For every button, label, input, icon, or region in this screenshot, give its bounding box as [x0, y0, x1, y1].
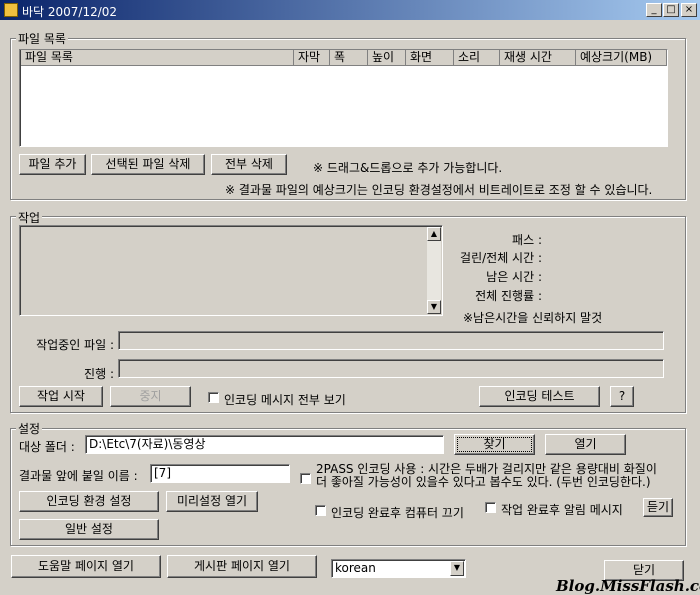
- show-all-messages-label: 인코딩 메시지 전부 보기: [224, 393, 346, 407]
- twopass-label: 2PASS 인코딩 사용 : 시간은 두배가 걸리지만 같은 용량대비 화질이 …: [316, 463, 657, 489]
- file-list-table[interactable]: 파일 목록 자막 폭 높이 화면 소리 재생 시간 예상크기(MB): [19, 49, 668, 147]
- total-progress-label: 전체 진행률 :: [475, 289, 542, 303]
- pass-label: 패스 :: [512, 233, 542, 247]
- column-header-expected-size[interactable]: 예상크기(MB): [576, 50, 667, 66]
- listen-button[interactable]: 듣기: [643, 498, 673, 517]
- current-file-label: 작업중인 파일 :: [36, 338, 114, 352]
- maximize-button[interactable]: □: [663, 3, 679, 17]
- twopass-checkbox[interactable]: [300, 473, 311, 484]
- alert-label: 작업 완료후 알림 메시지: [501, 503, 623, 517]
- add-file-button[interactable]: 파일 추가: [19, 154, 86, 175]
- prefix-input[interactable]: [7]: [150, 464, 290, 483]
- board-page-button[interactable]: 게시판 페이지 열기: [167, 555, 317, 578]
- encoding-test-button[interactable]: 인코딩 테스트: [479, 386, 600, 407]
- minimize-button[interactable]: _: [646, 3, 662, 17]
- column-header-height[interactable]: 높이: [368, 50, 406, 66]
- window-title: 바닥 2007/12/02: [22, 5, 118, 19]
- target-folder-input[interactable]: D:\Etc\7(자료)\동영상: [85, 435, 444, 454]
- column-header-screen[interactable]: 화면: [406, 50, 454, 66]
- encoding-settings-button[interactable]: 인코딩 환경 설정: [19, 491, 159, 512]
- close-window-button[interactable]: ×: [681, 3, 697, 17]
- language-select[interactable]: korean ▼: [331, 559, 466, 578]
- prefix-label: 결과물 앞에 붙일 이름 :: [19, 469, 138, 483]
- app-icon: [4, 3, 18, 17]
- column-header-width[interactable]: 폭: [330, 50, 368, 66]
- preset-open-button[interactable]: 미리설정 열기: [166, 491, 258, 512]
- job-legend: 작업: [16, 209, 43, 226]
- current-file-field: [118, 331, 664, 350]
- delete-selected-button[interactable]: 선택된 파일 삭제: [91, 154, 205, 175]
- scroll-down-icon[interactable]: ▼: [427, 300, 441, 314]
- column-header-audio[interactable]: 소리: [454, 50, 500, 66]
- shutdown-label: 인코딩 완료후 컴퓨터 끄기: [331, 506, 464, 520]
- drag-drop-hint: ※ 드래그&드롭으로 추가 가능합니다.: [313, 161, 503, 175]
- log-scrollbar[interactable]: ▲ ▼: [427, 227, 441, 314]
- column-header-file[interactable]: 파일 목록: [21, 50, 294, 66]
- progress-label: 진행 :: [84, 367, 114, 381]
- scroll-up-icon[interactable]: ▲: [427, 227, 441, 241]
- column-header-duration[interactable]: 재생 시간: [500, 50, 576, 66]
- dropdown-arrow-icon[interactable]: ▼: [450, 561, 464, 576]
- settings-legend: 설정: [16, 420, 43, 437]
- watermark: Blog.MissFlash.com: [556, 577, 700, 595]
- browse-button[interactable]: 찾기: [454, 434, 535, 455]
- open-folder-button[interactable]: 열기: [545, 434, 626, 455]
- remaining-label: 남은 시간 :: [486, 270, 542, 284]
- alert-checkbox[interactable]: [485, 502, 496, 513]
- start-job-button[interactable]: 작업 시작: [19, 386, 103, 407]
- file-list-legend: 파일 목록: [16, 30, 68, 47]
- shutdown-checkbox[interactable]: [315, 505, 326, 516]
- twopass-line-2: 더 좋아질 가능성이 있을수 있다고 봅수도 있다. (두번 인코딩한다.): [316, 475, 651, 489]
- column-header-subtitle[interactable]: 자막: [294, 50, 330, 66]
- encoding-log[interactable]: ▲ ▼: [19, 225, 443, 316]
- elapsed-label: 걸린/전체 시간 :: [460, 251, 542, 265]
- stop-button[interactable]: 중지: [110, 386, 191, 407]
- target-folder-label: 대상 폴더 :: [19, 440, 75, 454]
- help-button[interactable]: ?: [610, 386, 634, 407]
- show-all-messages-checkbox[interactable]: [208, 392, 219, 403]
- delete-all-button[interactable]: 전부 삭제: [211, 154, 287, 175]
- size-hint: ※ 결과물 파일의 예상크기는 인코딩 환경설정에서 비트레이트로 조정 할 수…: [225, 183, 653, 197]
- help-page-button[interactable]: 도움말 페이지 열기: [11, 555, 161, 578]
- progress-bar: [118, 359, 664, 378]
- remaining-note: ※남은시간을 신뢰하지 말것: [463, 311, 603, 325]
- general-settings-button[interactable]: 일반 설정: [19, 519, 159, 540]
- language-value: korean: [335, 561, 376, 575]
